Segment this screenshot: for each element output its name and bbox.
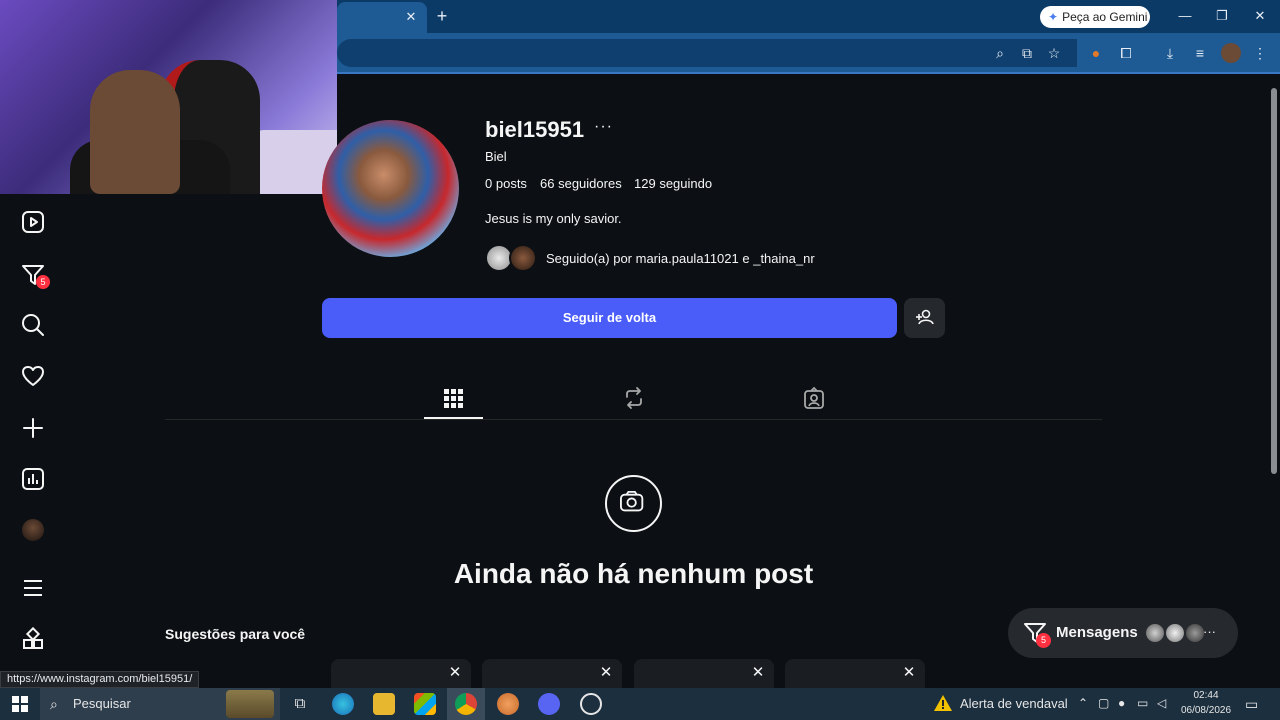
bookmark-star-icon[interactable]: ☆	[1044, 43, 1064, 63]
profile-username: biel15951	[485, 117, 585, 142]
followed-by-prefix: Seguido(a) por	[546, 251, 636, 266]
profile-full-name: Biel	[485, 149, 507, 164]
posts-grid-icon[interactable]	[441, 386, 465, 410]
taskbar-search-icon: ⌕	[50, 696, 58, 712]
gemini-button[interactable]: ✦ Peça ao Gemini	[1040, 6, 1150, 28]
messages-label: Mensagens	[1056, 624, 1138, 641]
dismiss-suggestion-button[interactable]: ✕	[901, 665, 917, 681]
webcam-person	[90, 70, 180, 194]
following-count-value: 129	[634, 176, 656, 191]
scrollbar-thumb[interactable]	[1271, 88, 1277, 474]
volume-icon[interactable]: ◁	[1157, 696, 1166, 710]
address-bar[interactable]	[337, 39, 1077, 67]
profile-picture[interactable]	[322, 120, 459, 257]
empty-posts-title: Ainda não há nenhum post	[453, 558, 814, 589]
camera-icon	[605, 475, 662, 532]
status-bar-url: https://www.instagram.com/biel15951/	[0, 671, 200, 688]
followed-by-joiner: e	[738, 251, 754, 266]
message-avatar	[1144, 622, 1166, 644]
tab-close-button[interactable]: ✕	[402, 8, 420, 26]
store-icon[interactable]	[414, 693, 436, 715]
discord-icon[interactable]	[538, 693, 560, 715]
clock-date[interactable]: 06/08/2026	[1180, 705, 1232, 716]
chrome-icon[interactable]	[455, 693, 477, 715]
edge-icon[interactable]	[332, 693, 354, 715]
minimize-button[interactable]: —	[1170, 6, 1200, 26]
notification-badge: 5	[36, 275, 50, 289]
followed-by-user: _thaina_nr	[753, 251, 815, 266]
tray-overflow-icon[interactable]: ⌃	[1078, 696, 1088, 710]
dismiss-suggestion-button[interactable]: ✕	[447, 665, 463, 681]
dashboard-icon[interactable]	[20, 466, 46, 492]
messages-more-indicator: ···	[1203, 624, 1216, 639]
messages-badge: 5	[1036, 633, 1051, 648]
mutual-follower-avatar[interactable]	[509, 244, 537, 272]
task-view-icon[interactable]: ⧉	[289, 693, 311, 715]
windows-start-icon[interactable]	[12, 696, 28, 712]
tagged-icon[interactable]	[802, 386, 826, 410]
zoom-icon[interactable]: ⌕	[990, 43, 1010, 63]
tray-app-icon[interactable]: ▢	[1098, 696, 1109, 710]
notifications-icon[interactable]: ▭	[1245, 696, 1258, 713]
extension-icon[interactable]: ●	[1086, 43, 1106, 63]
posts-count: 0 posts	[485, 176, 527, 191]
profile-bio: Jesus is my only savior.	[485, 211, 622, 226]
taskbar-search-placeholder: Pesquisar	[73, 696, 131, 711]
gemini-sparkle-icon: ✦	[1048, 10, 1059, 24]
similar-accounts-button[interactable]	[904, 298, 945, 338]
following-link[interactable]: 129 seguindo	[634, 176, 712, 191]
following-label: seguindo	[659, 176, 713, 191]
more-apps-icon[interactable]	[20, 626, 46, 653]
followed-by-text[interactable]: Seguido(a) por maria.paula11021 e _thain…	[546, 251, 815, 266]
webcam-overlay	[0, 0, 337, 194]
media-icon[interactable]: ≡	[1190, 43, 1210, 63]
followers-label: seguidores	[558, 176, 622, 191]
window-close-button[interactable]: ✕	[1245, 6, 1275, 26]
download-icon[interactable]: ⤓	[1160, 43, 1180, 63]
active-tab-indicator	[424, 417, 483, 419]
dismiss-suggestion-button[interactable]: ✕	[750, 665, 766, 681]
extension-puzzle-icon[interactable]: ⧠	[1116, 43, 1136, 63]
followers-link[interactable]: 66 seguidores	[540, 176, 622, 191]
followers-count-value: 66	[540, 176, 555, 191]
gemini-label: Peça ao Gemini	[1062, 10, 1148, 24]
add-person-icon	[916, 309, 934, 325]
search-highlight-image	[226, 690, 274, 718]
install-icon[interactable]: ⧉	[1017, 43, 1037, 63]
obs-icon[interactable]	[580, 693, 602, 715]
restore-button[interactable]: ❐	[1207, 6, 1237, 26]
new-tab-button[interactable]: +	[432, 6, 452, 26]
suggestions-title: Sugestões para você	[165, 626, 306, 642]
create-icon[interactable]	[20, 415, 46, 441]
browser-profile-icon[interactable]	[1221, 43, 1241, 63]
reels-icon[interactable]	[20, 209, 46, 235]
weather-alert-icon[interactable]	[933, 693, 953, 713]
dismiss-suggestion-button[interactable]: ✕	[598, 665, 614, 681]
heart-icon[interactable]	[20, 363, 46, 389]
posts-count-value: 0	[485, 176, 493, 191]
menu-icon[interactable]	[20, 575, 46, 601]
search-icon[interactable]	[20, 312, 46, 338]
followed-by-user: maria.paula11021	[635, 251, 739, 266]
clock-time[interactable]: 02:44	[1180, 690, 1232, 701]
profile-avatar[interactable]	[22, 519, 44, 541]
network-icon[interactable]: ▭	[1137, 696, 1148, 710]
app-icon[interactable]	[497, 693, 519, 715]
weather-alert-label[interactable]: Alerta de vendaval	[960, 696, 1068, 711]
follow-back-button[interactable]: Seguir de volta	[322, 298, 897, 338]
profile-options-button[interactable]: ···	[594, 118, 613, 136]
reposts-icon[interactable]	[622, 386, 646, 410]
microphone-icon[interactable]: ●	[1118, 696, 1125, 710]
message-avatar	[1164, 622, 1186, 644]
posts-label: posts	[495, 176, 527, 191]
browser-menu-icon[interactable]: ⋮	[1250, 43, 1270, 63]
tabs-divider	[165, 419, 1102, 420]
file-explorer-icon[interactable]	[373, 693, 395, 715]
